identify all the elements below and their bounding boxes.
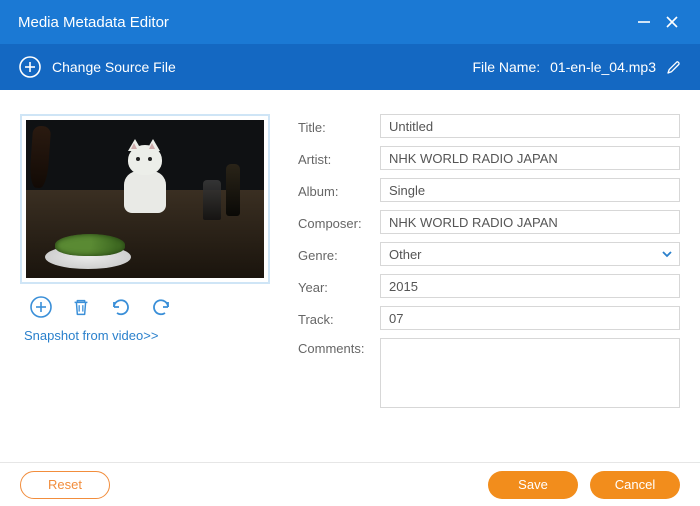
undo-button[interactable] <box>108 294 134 320</box>
artwork-toolbar <box>20 284 270 328</box>
edit-filename-button[interactable] <box>666 59 682 75</box>
artwork-panel: Snapshot from video>> <box>20 114 270 452</box>
snapshot-from-video-link[interactable]: Snapshot from video>> <box>20 328 270 343</box>
minimize-button[interactable] <box>630 0 658 44</box>
redo-icon <box>149 295 173 319</box>
composer-input[interactable] <box>380 210 680 234</box>
track-label: Track: <box>298 309 372 327</box>
genre-label: Genre: <box>298 245 372 263</box>
change-source-file-button[interactable]: Change Source File <box>18 55 176 79</box>
reset-button[interactable]: Reset <box>20 471 110 499</box>
content-area: Snapshot from video>> Title: Artist: Alb… <box>0 90 700 462</box>
artist-label: Artist: <box>298 149 372 167</box>
save-button[interactable]: Save <box>488 471 578 499</box>
add-artwork-button[interactable] <box>28 294 54 320</box>
plus-circle-icon <box>29 295 53 319</box>
filename-display: File Name: 01-en-le_04.mp3 <box>472 59 682 75</box>
close-button[interactable] <box>658 0 686 44</box>
album-label: Album: <box>298 181 372 199</box>
year-label: Year: <box>298 277 372 295</box>
album-art-frame <box>20 114 270 284</box>
genre-value: Other <box>389 247 422 262</box>
year-input[interactable] <box>380 274 680 298</box>
chevron-down-icon <box>661 248 673 260</box>
album-art-image <box>26 120 264 278</box>
titlebar: Media Metadata Editor <box>0 0 700 44</box>
delete-artwork-button[interactable] <box>68 294 94 320</box>
subbar: Change Source File File Name: 01-en-le_0… <box>0 44 700 90</box>
cancel-button[interactable]: Cancel <box>590 471 680 499</box>
trash-icon <box>70 296 92 318</box>
album-input[interactable] <box>380 178 680 202</box>
plus-circle-icon <box>18 55 42 79</box>
change-source-label: Change Source File <box>52 59 176 75</box>
metadata-form: Title: Artist: Album: Composer: Genre: O… <box>298 114 680 452</box>
filename-label: File Name: <box>472 59 540 75</box>
undo-icon <box>109 295 133 319</box>
artist-input[interactable] <box>380 146 680 170</box>
app-title: Media Metadata Editor <box>18 14 630 31</box>
composer-label: Composer: <box>298 213 372 231</box>
filename-value: 01-en-le_04.mp3 <box>550 59 656 75</box>
comments-label: Comments: <box>298 338 372 356</box>
genre-select[interactable]: Other <box>380 242 680 266</box>
pencil-icon <box>666 59 682 75</box>
redo-button[interactable] <box>148 294 174 320</box>
title-label: Title: <box>298 117 372 135</box>
track-input[interactable] <box>380 306 680 330</box>
title-input[interactable] <box>380 114 680 138</box>
footer: Reset Save Cancel <box>0 462 700 506</box>
comments-textarea[interactable] <box>380 338 680 408</box>
